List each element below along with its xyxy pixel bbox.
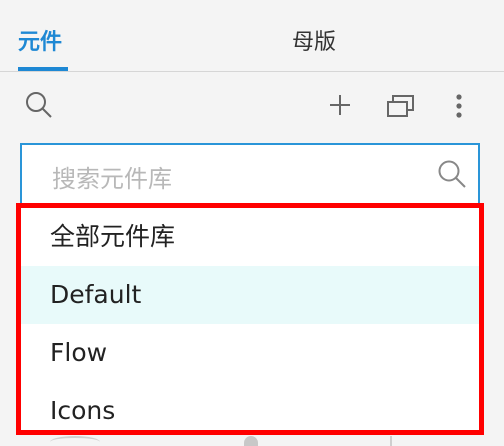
plus-icon[interactable]	[328, 93, 352, 121]
more-vertical-icon[interactable]	[454, 93, 464, 123]
library-search-input[interactable]: 搜索元件库	[20, 143, 480, 205]
duplicate-icon[interactable]	[386, 93, 416, 123]
library-panel: 元件 母版 搜索元件库 全部元件库 Default Flow Icons	[0, 0, 504, 446]
option-label: Icons	[50, 396, 116, 425]
option-label: 全部元件库	[50, 222, 176, 251]
search-icon[interactable]	[436, 158, 468, 194]
library-option-flow[interactable]: Flow	[21, 324, 479, 382]
panel-tabs: 元件 母版	[0, 0, 504, 72]
library-dropdown: 全部元件库 Default Flow Icons	[16, 203, 484, 435]
search-placeholder: 搜索元件库	[52, 165, 172, 193]
option-label: Default	[50, 280, 142, 309]
library-option-default[interactable]: Default	[21, 266, 479, 324]
library-option-all[interactable]: 全部元件库	[21, 208, 479, 266]
tab-masters[interactable]: 母版	[292, 28, 336, 58]
library-option-icons[interactable]: Icons	[21, 382, 479, 440]
option-label: Flow	[50, 338, 108, 367]
tab-components[interactable]: 元件	[18, 28, 62, 58]
search-icon[interactable]	[24, 90, 54, 124]
active-tab-indicator	[18, 67, 68, 71]
